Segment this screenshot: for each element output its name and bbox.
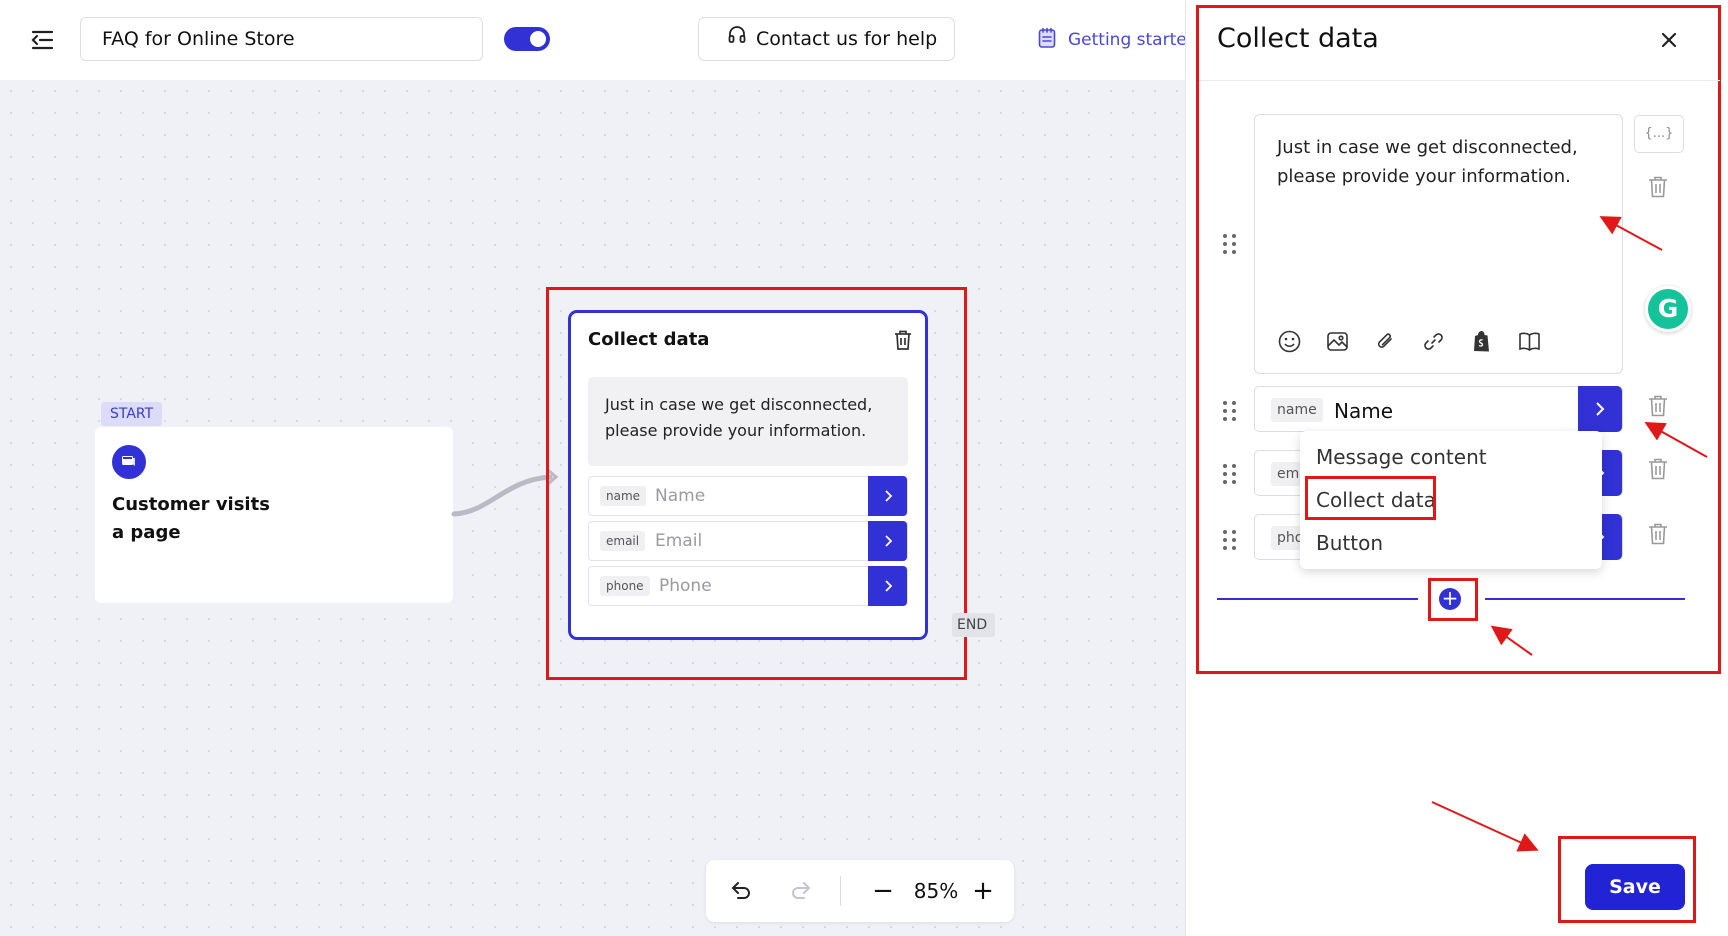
menu-collapse-icon[interactable] xyxy=(30,28,56,52)
annotation-highlight-menu-item xyxy=(1305,476,1436,520)
collect-data-node[interactable]: Collect data Just in case we get disconn… xyxy=(568,310,928,640)
field-tag: name xyxy=(1271,398,1323,422)
field-placeholder: Phone xyxy=(659,576,712,596)
node-field-phone: phone Phone xyxy=(588,566,908,606)
menu-item-button[interactable]: Button xyxy=(1316,531,1383,555)
chevron-right-icon[interactable] xyxy=(1578,386,1622,432)
chevron-right-icon[interactable] xyxy=(868,566,907,606)
field-tag: email xyxy=(600,531,646,551)
drag-handle-icon[interactable] xyxy=(1221,463,1239,485)
grammarly-icon[interactable]: G xyxy=(1645,286,1691,332)
field-placeholder: Email xyxy=(655,531,703,551)
trash-icon[interactable] xyxy=(1647,394,1669,418)
save-button[interactable]: Save xyxy=(1585,864,1685,910)
headset-icon xyxy=(727,18,747,60)
trash-icon[interactable] xyxy=(1647,457,1669,481)
panel-divider xyxy=(1199,80,1720,81)
end-badge: END xyxy=(952,613,996,637)
getting-started-label: Getting started xyxy=(1068,30,1188,50)
message-text[interactable]: Just in case we get disconnected, please… xyxy=(1277,133,1607,191)
variable-button[interactable]: {...} xyxy=(1634,115,1684,153)
shopify-icon[interactable] xyxy=(1469,329,1494,354)
node-title: Collect data xyxy=(588,329,710,350)
getting-started-link[interactable]: Getting started xyxy=(1038,22,1188,58)
node-field-name: name Name xyxy=(588,476,908,516)
trash-icon[interactable] xyxy=(1647,175,1669,199)
book-icon[interactable] xyxy=(1517,329,1542,354)
emoji-icon[interactable] xyxy=(1277,329,1302,354)
drag-handle-icon[interactable] xyxy=(1221,400,1239,422)
annotation-highlight-add xyxy=(1428,578,1478,621)
close-icon[interactable] xyxy=(1655,26,1683,54)
redo-icon[interactable] xyxy=(788,878,814,904)
trash-icon[interactable] xyxy=(1647,522,1669,546)
field-tag: name xyxy=(600,486,647,506)
panel-field-name[interactable]: name Name xyxy=(1254,386,1623,432)
message-editor[interactable]: Just in case we get disconnected, please… xyxy=(1254,114,1623,374)
chevron-right-icon[interactable] xyxy=(868,476,907,516)
toolbar-divider xyxy=(840,876,841,906)
flow-title-input[interactable]: FAQ for Online Store xyxy=(80,17,483,61)
notes-icon xyxy=(1038,27,1056,54)
add-divider-line xyxy=(1485,598,1685,600)
chat-icon xyxy=(112,445,146,479)
node-field-email: email Email xyxy=(588,521,908,561)
message-toolbar xyxy=(1277,329,1542,357)
drag-handle-icon[interactable] xyxy=(1221,233,1239,255)
link-icon[interactable] xyxy=(1421,329,1446,354)
zoom-toolbar: − 85% + xyxy=(706,860,1014,922)
zoom-out-button[interactable]: − xyxy=(871,874,895,908)
start-badge: START xyxy=(101,402,163,426)
image-icon[interactable] xyxy=(1325,329,1350,354)
chevron-right-icon[interactable] xyxy=(868,521,907,561)
attachment-icon[interactable] xyxy=(1373,329,1398,354)
undo-icon[interactable] xyxy=(728,878,754,904)
toggle-knob xyxy=(530,31,546,47)
drag-handle-icon[interactable] xyxy=(1221,529,1239,551)
trash-icon[interactable] xyxy=(893,329,913,351)
node-message: Just in case we get disconnected, please… xyxy=(588,377,908,466)
panel-title: Collect data xyxy=(1217,23,1379,54)
start-trigger-card[interactable]: Customer visits a page xyxy=(95,427,453,603)
field-tag: phone xyxy=(600,576,650,596)
menu-item-message-content[interactable]: Message content xyxy=(1316,445,1487,469)
contact-help-label: Contact us for help xyxy=(756,28,938,50)
start-trigger-title: Customer visits a page xyxy=(112,494,270,543)
flow-active-toggle[interactable] xyxy=(504,27,550,51)
add-divider-line xyxy=(1217,598,1418,600)
zoom-level: 85% xyxy=(913,879,959,903)
field-value: Name xyxy=(1334,399,1394,423)
contact-help-button[interactable]: Contact us for help xyxy=(698,17,955,61)
zoom-in-button[interactable]: + xyxy=(971,874,995,908)
field-placeholder: Name xyxy=(655,486,706,506)
